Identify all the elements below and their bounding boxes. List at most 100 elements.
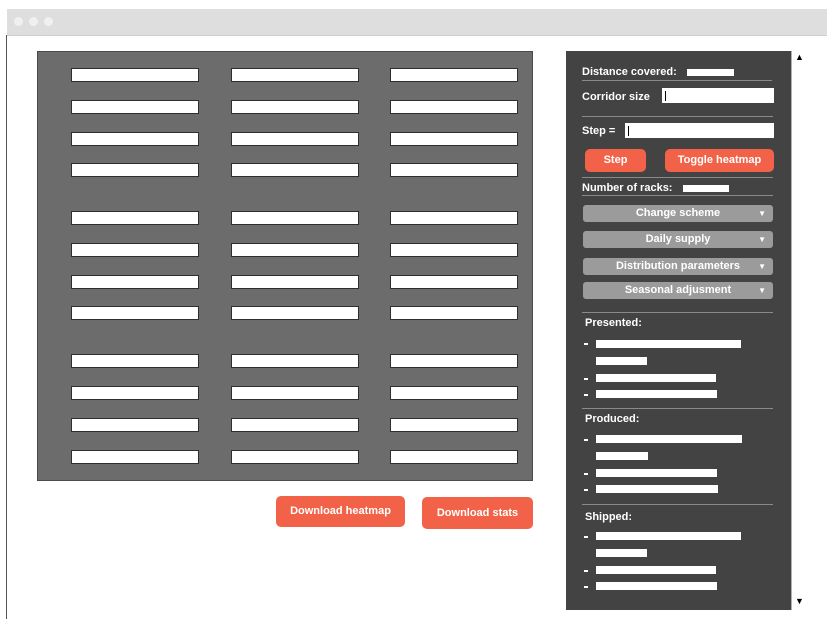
list-bullet	[584, 489, 588, 491]
corridor-size-input[interactable]	[662, 88, 774, 103]
download-stats-button[interactable]: Download stats	[422, 497, 533, 529]
daily-supply-dropdown[interactable]: Daily supply ▼	[583, 231, 773, 248]
produced-list-item	[596, 485, 718, 493]
step-button[interactable]: Step	[585, 149, 646, 172]
rack[interactable]	[390, 275, 518, 289]
list-bullet	[584, 570, 588, 572]
seasonal-adjustment-dropdown[interactable]: Seasonal adjusment ▼	[583, 282, 773, 299]
chevron-down-icon: ▼	[758, 209, 766, 218]
divider	[582, 80, 772, 81]
rack[interactable]	[71, 386, 199, 400]
chevron-down-icon: ▼	[758, 262, 766, 271]
presented-heading: Presented:	[585, 317, 642, 329]
scroll-up-icon[interactable]: ▲	[795, 52, 804, 62]
list-bullet	[584, 378, 588, 380]
warehouse-map[interactable]	[37, 51, 533, 481]
list-bullet	[584, 586, 588, 588]
window-frame-border	[6, 35, 7, 619]
list-bullet	[584, 343, 588, 345]
list-bullet	[584, 394, 588, 396]
produced-list-item	[596, 469, 717, 477]
rack[interactable]	[231, 306, 359, 320]
rack[interactable]	[231, 386, 359, 400]
download-heatmap-button[interactable]: Download heatmap	[276, 496, 405, 527]
rack[interactable]	[71, 211, 199, 225]
rack[interactable]	[390, 306, 518, 320]
number-of-racks-label: Number of racks:	[582, 182, 673, 194]
rack[interactable]	[231, 354, 359, 368]
dropdown-label: Distribution parameters	[615, 260, 741, 272]
control-panel: Distance covered: Corridor size Step = S…	[566, 51, 807, 610]
rack[interactable]	[231, 450, 359, 464]
presented-list-item-continued	[596, 357, 647, 365]
step-input[interactable]	[625, 123, 774, 138]
divider	[582, 195, 773, 196]
rack[interactable]	[71, 275, 199, 289]
rack[interactable]	[231, 243, 359, 257]
distance-covered-label: Distance covered:	[582, 66, 677, 78]
presented-list-item	[596, 390, 717, 398]
presented-list-item	[596, 340, 741, 348]
rack[interactable]	[71, 306, 199, 320]
distance-covered-value	[687, 69, 734, 76]
dropdown-label: Change scheme	[635, 207, 721, 219]
rack[interactable]	[71, 163, 199, 177]
dropdown-label: Seasonal adjusment	[624, 284, 732, 296]
change-scheme-dropdown[interactable]: Change scheme ▼	[583, 205, 773, 222]
rack[interactable]	[71, 68, 199, 82]
rack[interactable]	[231, 100, 359, 114]
rack[interactable]	[71, 450, 199, 464]
rack[interactable]	[390, 354, 518, 368]
shipped-list-item	[596, 532, 741, 540]
rack[interactable]	[71, 418, 199, 432]
chevron-down-icon: ▼	[758, 235, 766, 244]
step-equals-label: Step =	[582, 125, 616, 137]
distribution-parameters-dropdown[interactable]: Distribution parameters ▼	[583, 258, 773, 275]
rack[interactable]	[390, 211, 518, 225]
produced-list-item	[596, 435, 742, 443]
rack[interactable]	[390, 386, 518, 400]
rack[interactable]	[231, 68, 359, 82]
window-dot-maximize[interactable]	[44, 17, 53, 26]
rack[interactable]	[390, 68, 518, 82]
rack[interactable]	[71, 354, 199, 368]
rack[interactable]	[231, 275, 359, 289]
shipped-list-item	[596, 582, 717, 590]
shipped-heading: Shipped:	[585, 511, 633, 523]
rack[interactable]	[390, 132, 518, 146]
rack[interactable]	[231, 163, 359, 177]
rack[interactable]	[390, 450, 518, 464]
window-dot-minimize[interactable]	[29, 17, 38, 26]
produced-list-item-continued	[596, 452, 648, 460]
shipped-list-item	[596, 566, 716, 574]
rack[interactable]	[71, 243, 199, 257]
list-bullet	[584, 473, 588, 475]
number-of-racks-value	[683, 185, 729, 192]
rack[interactable]	[390, 163, 518, 177]
shipped-list-item-continued	[596, 549, 647, 557]
window-dot-close[interactable]	[14, 17, 23, 26]
rack[interactable]	[390, 100, 518, 114]
dropdown-label: Daily supply	[645, 233, 711, 245]
presented-list-item	[596, 374, 716, 382]
rack[interactable]	[231, 418, 359, 432]
rack[interactable]	[231, 132, 359, 146]
rack[interactable]	[390, 418, 518, 432]
rack[interactable]	[390, 243, 518, 257]
rack[interactable]	[71, 132, 199, 146]
window-titlebar	[7, 9, 827, 36]
rack[interactable]	[231, 211, 359, 225]
list-bullet	[584, 536, 588, 538]
corridor-size-label: Corridor size	[582, 91, 650, 103]
divider	[582, 177, 773, 178]
divider	[582, 504, 773, 505]
divider	[582, 408, 773, 409]
chevron-down-icon: ▼	[758, 286, 766, 295]
panel-scrollbar[interactable]: ▲ ▼	[791, 51, 807, 610]
divider	[582, 312, 773, 313]
text-cursor	[628, 126, 629, 136]
toggle-heatmap-button[interactable]: Toggle heatmap	[665, 149, 774, 172]
scroll-down-icon[interactable]: ▼	[795, 596, 804, 606]
rack[interactable]	[71, 100, 199, 114]
text-cursor	[665, 91, 666, 101]
